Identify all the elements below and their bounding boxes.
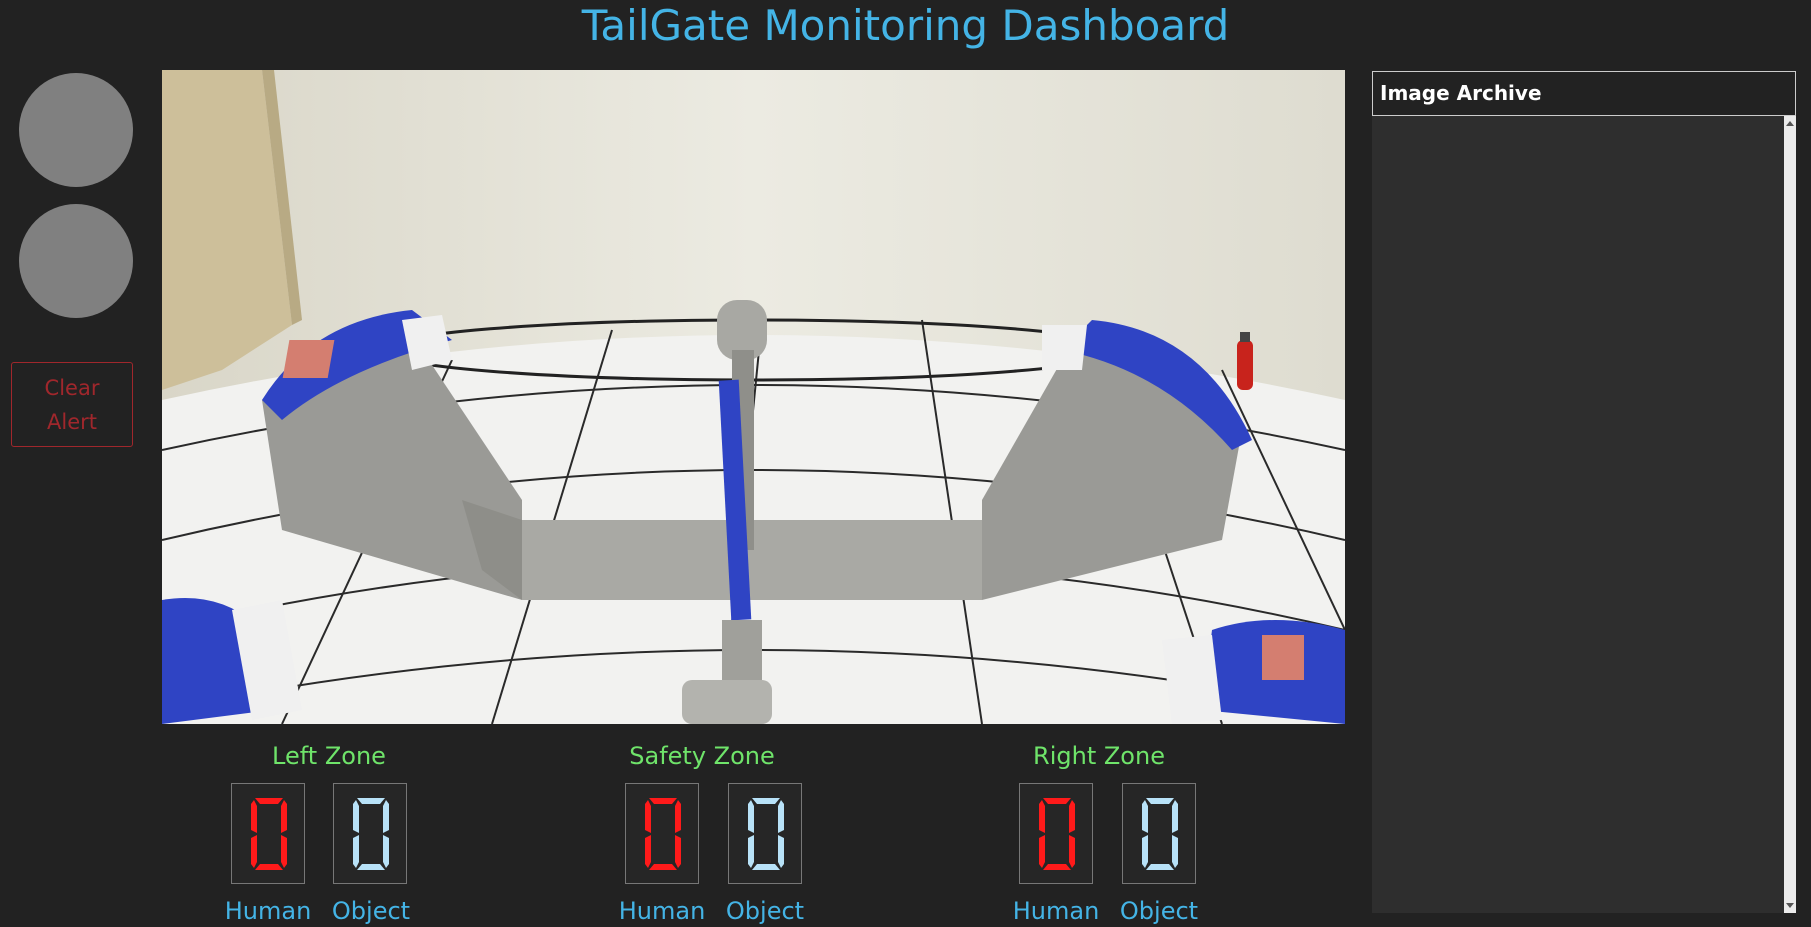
alert-indicator-light-1	[19, 73, 133, 187]
scroll-up-icon[interactable]	[1786, 121, 1794, 126]
digit-display	[645, 798, 681, 870]
scroll-down-icon[interactable]	[1786, 903, 1794, 908]
left-zone-object-counter: 0	[333, 783, 407, 884]
clear-alert-label-line2: Alert	[47, 409, 97, 434]
left-zone-human-label: Human	[224, 897, 312, 925]
camera-feed-image	[162, 70, 1345, 724]
clear-alert-button[interactable]: Clear Alert	[11, 362, 133, 447]
right-zone-human-label: Human	[1012, 897, 1100, 925]
right-zone-object-label: Object	[1119, 897, 1199, 925]
right-zone-object-counter: 0	[1122, 783, 1196, 884]
left-zone-title: Left Zone	[272, 742, 386, 770]
dashboard-page: TailGate Monitoring Dashboard Clear Aler…	[0, 0, 1811, 927]
right-zone-human-counter: 0	[1019, 783, 1093, 884]
digit-display	[1142, 798, 1178, 870]
left-zone-human-counter: 0	[231, 783, 305, 884]
digit-display	[353, 798, 389, 870]
image-archive-title: Image Archive	[1372, 71, 1796, 116]
safety-zone-title: Safety Zone	[629, 742, 775, 770]
camera-feed	[162, 70, 1345, 724]
image-archive-panel: Image Archive	[1372, 71, 1796, 913]
safety-zone-object-label: Object	[725, 897, 805, 925]
safety-zone-object-counter: 0	[728, 783, 802, 884]
clear-alert-label-line1: Clear	[44, 375, 100, 400]
page-title: TailGate Monitoring Dashboard	[581, 1, 1230, 50]
digit-display	[251, 798, 287, 870]
image-archive-scrollbar[interactable]	[1784, 116, 1796, 913]
digit-display	[748, 798, 784, 870]
alert-indicator-light-2	[19, 204, 133, 318]
left-zone-object-label: Object	[331, 897, 411, 925]
right-zone-title: Right Zone	[1033, 742, 1165, 770]
digit-display	[1039, 798, 1075, 870]
safety-zone-human-counter: 0	[625, 783, 699, 884]
safety-zone-human-label: Human	[618, 897, 706, 925]
